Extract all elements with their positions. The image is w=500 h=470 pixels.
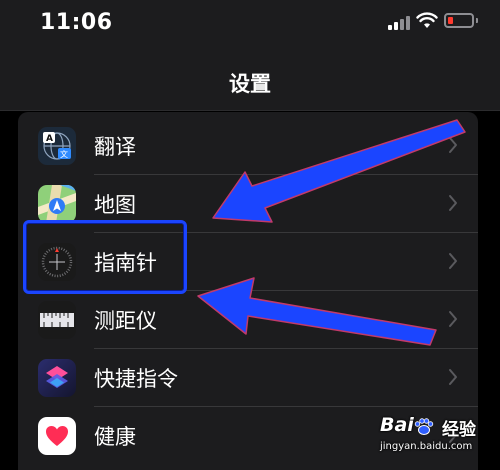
settings-screen: 11:06 设置 A 文 翻译 地图 指南针 测距仪 快捷指令 健康 Bai 经… [0, 0, 500, 470]
baidu-jingyan-watermark: Bai 经验 jingyan.baidu.com [380, 414, 496, 464]
annotation-arrow-lower [197, 277, 437, 346]
watermark-jingyan: 经验 [442, 420, 476, 440]
annotation-arrows [197, 119, 466, 346]
watermark-brand: Bai [380, 414, 414, 436]
watermark-url: jingyan.baidu.com [380, 441, 473, 452]
paw-icon [414, 418, 434, 435]
annotation-arrow-upper [212, 119, 466, 223]
